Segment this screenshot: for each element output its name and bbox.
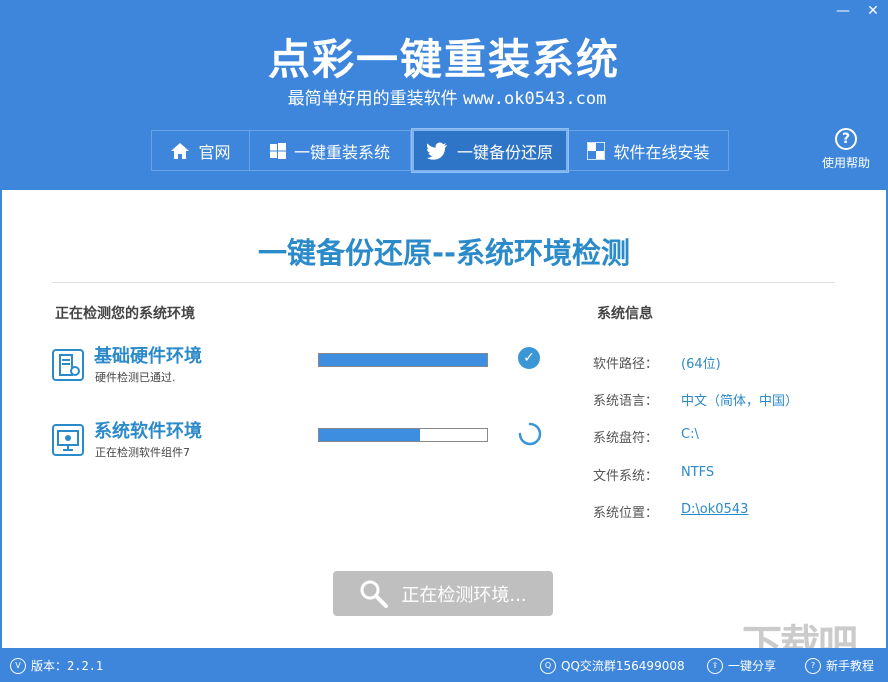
windows-icon xyxy=(269,142,286,159)
divider xyxy=(52,282,835,283)
check-hardware-desc: 硬件检测已通过. xyxy=(95,371,176,384)
tab-software-label: 软件在线安装 xyxy=(613,142,710,162)
detect-button-label: 正在检测环境... xyxy=(401,584,527,606)
tutorial-label: 新手教程 xyxy=(826,659,875,673)
help-label: 使用帮助 xyxy=(821,156,870,170)
tab-reinstall[interactable]: 一键重装系统 xyxy=(250,131,411,170)
main-nav: 官网 一键重装系统 一键备份还原 软件在线安装 xyxy=(151,128,729,173)
loading-spinner-icon xyxy=(518,422,542,446)
tutorial-button[interactable]: ? 新手教程 xyxy=(805,657,874,674)
info-row-location: 系统位置： D:\ok0543 xyxy=(593,502,748,521)
tab-backup[interactable]: 一键备份还原 xyxy=(411,128,569,173)
version-info: V 版本：2.2.1 xyxy=(10,657,103,674)
subtitle-url: www.ok0543.com xyxy=(463,89,607,109)
app-title: 点彩一键重装系统 xyxy=(267,35,620,84)
home-icon xyxy=(171,142,190,159)
info-key: 系统语言： xyxy=(593,394,659,409)
hardware-progress xyxy=(318,353,488,367)
grid-icon xyxy=(587,141,606,160)
tab-software[interactable]: 软件在线安装 xyxy=(569,131,729,170)
info-value: 中文（简体，中国） xyxy=(681,394,799,409)
software-progress-fill xyxy=(319,429,420,441)
check-hardware: 基础硬件环境 硬件检测已通过. ✓ xyxy=(52,345,552,395)
info-row-filesystem: 文件系统： NTFS xyxy=(593,465,714,484)
hardware-icon xyxy=(52,349,84,381)
app-subtitle: 最简单好用的重装软件 www.ok0543.com xyxy=(0,84,888,109)
close-button[interactable]: ✕ xyxy=(858,0,888,22)
version-label: 版本：2.2.1 xyxy=(31,659,104,673)
software-progress xyxy=(318,428,488,442)
info-value: NTFS xyxy=(681,465,715,480)
check-software-name: 系统软件环境 xyxy=(94,421,202,442)
qq-group-label: QQ交流群156499008 xyxy=(561,659,685,673)
info-value: (64位) xyxy=(681,357,721,372)
bird-icon xyxy=(426,141,447,160)
share-icon: ⇪ xyxy=(707,657,723,674)
share-button[interactable]: ⇪ 一键分享 xyxy=(707,657,776,674)
checkmark-icon: ✓ xyxy=(518,347,540,369)
info-row-path: 软件路径： (64位) xyxy=(593,353,721,372)
info-section-label: 系统信息 xyxy=(597,306,653,322)
qq-group-link[interactable]: Q QQ交流群156499008 xyxy=(540,657,685,674)
detect-button[interactable]: 正在检测环境... xyxy=(333,571,553,616)
info-key: 系统盘符： xyxy=(593,431,659,446)
version-icon: V xyxy=(10,657,26,674)
question-icon: ? xyxy=(835,128,857,150)
check-software: 系统软件环境 正在检测软件组件7 xyxy=(52,420,552,470)
check-hardware-name: 基础硬件环境 xyxy=(94,346,202,367)
info-row-drive: 系统盘符： C:\ xyxy=(593,427,699,446)
hardware-progress-fill xyxy=(319,354,487,366)
help-button[interactable]: ? 使用帮助 xyxy=(818,128,874,171)
check-software-desc: 正在检测软件组件7 xyxy=(95,446,190,459)
footer: V 版本：2.2.1 Q QQ交流群156499008 ⇪ 一键分享 ? 新手教… xyxy=(0,648,888,682)
minimize-button[interactable]: — xyxy=(828,0,858,22)
share-label: 一键分享 xyxy=(728,659,777,673)
header: — ✕ 点彩一键重装系统 最简单好用的重装软件 www.ok0543.com 官… xyxy=(0,0,888,190)
tab-home[interactable]: 官网 xyxy=(152,131,250,170)
tab-backup-label: 一键备份还原 xyxy=(456,142,553,162)
qq-icon: Q xyxy=(540,657,556,674)
info-value: C:\ xyxy=(681,427,699,442)
info-key: 系统位置： xyxy=(593,506,659,521)
subtitle-text: 最简单好用的重装软件 xyxy=(287,89,458,109)
info-key: 软件路径： xyxy=(593,357,659,372)
page-title: 一键备份还原--系统环境检测 xyxy=(257,236,631,270)
window-controls: — ✕ xyxy=(828,0,888,22)
env-section-label: 正在检测您的系统环境 xyxy=(55,306,195,322)
tab-reinstall-label: 一键重装系统 xyxy=(293,142,390,162)
software-icon xyxy=(52,424,84,456)
tab-home-label: 官网 xyxy=(198,142,231,162)
info-row-language: 系统语言： 中文（简体，中国） xyxy=(593,390,798,409)
search-icon xyxy=(360,580,389,608)
location-link[interactable]: D:\ok0543 xyxy=(681,502,748,521)
tutorial-icon: ? xyxy=(805,657,821,674)
info-key: 文件系统： xyxy=(593,469,659,484)
